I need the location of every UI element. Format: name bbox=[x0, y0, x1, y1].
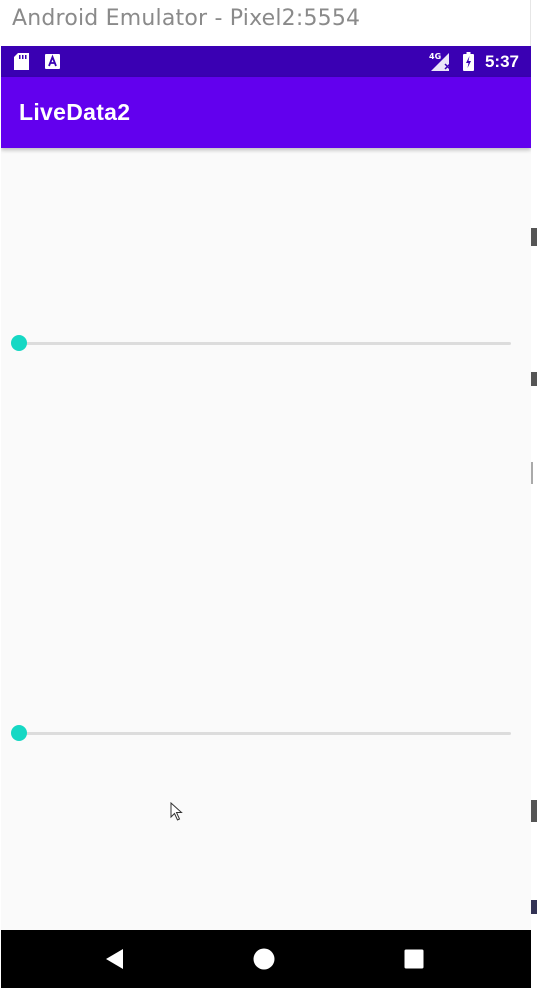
seekbar-track bbox=[19, 732, 511, 735]
emulator-window: Android Emulator - Pixel2:5554 4G 5:37 L… bbox=[0, 0, 538, 988]
status-bar: 4G 5:37 bbox=[1, 46, 531, 77]
window-title: Android Emulator - Pixel2:5554 bbox=[12, 6, 361, 31]
emulator-side-strip bbox=[530, 0, 538, 988]
side-strip-mark bbox=[531, 800, 537, 822]
side-strip-mark bbox=[531, 462, 533, 484]
sd-card-icon bbox=[14, 53, 29, 75]
a-notification-icon bbox=[45, 54, 60, 74]
home-icon bbox=[253, 948, 275, 970]
back-icon bbox=[106, 949, 123, 969]
side-strip-mark bbox=[531, 228, 537, 246]
status-time: 5:37 bbox=[484, 52, 519, 71]
battery-charging-icon bbox=[463, 52, 474, 76]
svg-text:4G: 4G bbox=[429, 52, 441, 61]
seekbar-track bbox=[19, 342, 511, 345]
signal-icon: 4G bbox=[429, 51, 453, 77]
seekbar-thumb[interactable] bbox=[11, 335, 27, 351]
side-strip-mark bbox=[531, 372, 537, 386]
seekbar-2[interactable] bbox=[11, 722, 511, 746]
seekbar-thumb[interactable] bbox=[11, 725, 27, 741]
app-bar: LiveData2 bbox=[1, 77, 531, 148]
side-strip-mark bbox=[531, 900, 537, 914]
recents-icon bbox=[404, 949, 424, 969]
mouse-cursor-icon bbox=[170, 802, 183, 821]
recents-button[interactable] bbox=[384, 930, 444, 988]
navigation-bar bbox=[1, 930, 531, 988]
device-screen: 4G 5:37 LiveData2 bbox=[1, 46, 531, 988]
home-button[interactable] bbox=[234, 930, 294, 988]
app-title: LiveData2 bbox=[19, 99, 131, 125]
seekbar-1[interactable] bbox=[11, 332, 511, 356]
back-button[interactable] bbox=[84, 930, 144, 988]
